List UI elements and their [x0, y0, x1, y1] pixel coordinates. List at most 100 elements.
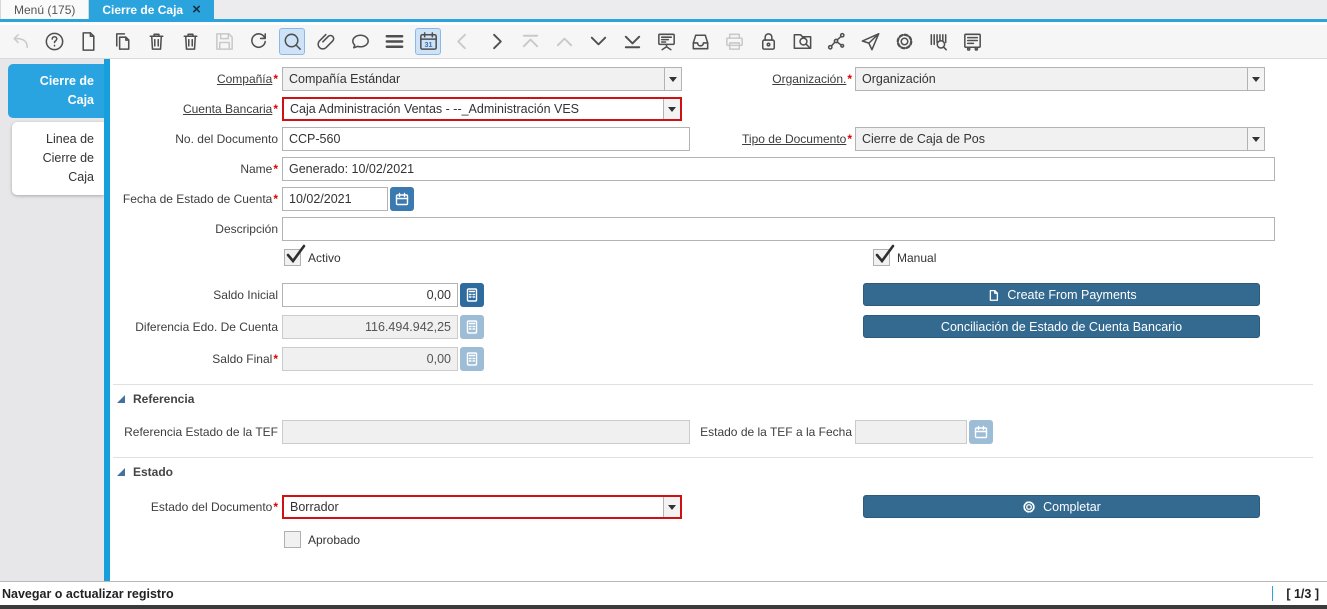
organizacion-value: Organización [856, 68, 1247, 90]
close-tab-icon[interactable]: × [192, 2, 201, 17]
tipo-documento-value: Cierre de Caja de Pos [856, 128, 1247, 150]
chevron-down-icon[interactable] [663, 497, 680, 517]
new-record-icon[interactable] [75, 28, 101, 55]
undo-icon [7, 28, 33, 55]
calculator-icon[interactable] [460, 283, 484, 307]
sidebar-item-cierre-de-caja[interactable]: Cierre de Caja [8, 64, 104, 118]
estado-documento-select[interactable]: Borrador [282, 495, 682, 519]
descripcion-input[interactable] [282, 217, 1275, 241]
form-cierre-de-caja: Compañía* Compañía Estándar Organización… [110, 59, 1327, 581]
fecha-estado-cuenta-input[interactable]: 10/02/2021 [282, 187, 418, 211]
zoom-across-icon[interactable] [789, 28, 815, 55]
checkbox-checked-icon[interactable] [284, 249, 301, 266]
cuenta-bancaria-value: Caja Administración Ventas - --_Administ… [284, 99, 663, 119]
save-icon [211, 28, 237, 55]
create-from-payments-button[interactable]: Create From Payments [863, 283, 1260, 306]
chat-icon[interactable] [347, 28, 373, 55]
status-message: Navegar o actualizar registro [2, 587, 174, 601]
workflow-icon[interactable] [823, 28, 849, 55]
send-icon[interactable] [857, 28, 883, 55]
product-info-icon[interactable] [925, 28, 951, 55]
section-referencia[interactable]: Referencia [117, 392, 194, 406]
label-no-documento: No. del Documento [110, 127, 278, 151]
bottom-border-bar [0, 605, 1327, 609]
calculator-icon [460, 315, 484, 339]
section-estado[interactable]: Estado [117, 465, 173, 479]
print-icon [721, 28, 747, 55]
chevron-down-icon[interactable] [1247, 68, 1264, 90]
find-icon[interactable] [279, 28, 305, 55]
sidebar-item-label: Cierre de Caja [40, 74, 94, 107]
attachment-icon[interactable] [313, 28, 339, 55]
tab-cierre-label: Cierre de Caja [102, 3, 183, 17]
manual-label: Manual [897, 251, 936, 265]
last-record-icon[interactable] [619, 28, 645, 55]
chevron-down-icon[interactable] [1247, 128, 1264, 150]
section-divider [113, 384, 1313, 385]
label-estado-documento: Estado del Documento* [110, 495, 278, 519]
label-saldo-inicial: Saldo Inicial [110, 283, 278, 307]
label-estado-tef-fecha: Estado de la TEF a la Fecha [655, 420, 852, 444]
chevron-down-icon[interactable] [663, 99, 680, 119]
activo-label: Activo [308, 251, 341, 265]
saldo-inicial-value: 0,00 [282, 283, 458, 307]
window-tab-bar: Menú (175) Cierre de Caja × [0, 0, 1327, 22]
aprobado-checkbox[interactable]: Aprobado [284, 531, 360, 548]
refresh-icon[interactable] [245, 28, 271, 55]
archive-icon[interactable] [687, 28, 713, 55]
activo-checkbox[interactable]: Activo [284, 249, 341, 266]
sidebar-item-linea-de-cierre[interactable]: Linea de Cierre de Caja [12, 122, 104, 195]
completar-button[interactable]: Completar [863, 495, 1260, 518]
no-documento-input[interactable]: CCP-560 [282, 127, 690, 151]
conciliacion-label: Conciliación de Estado de Cuenta Bancari… [941, 320, 1182, 334]
calendar-icon[interactable]: 31 [415, 28, 441, 55]
log-icon[interactable] [959, 28, 985, 55]
compania-select[interactable]: Compañía Estándar [282, 67, 682, 91]
copy-record-icon[interactable] [109, 28, 135, 55]
collapse-triangle-icon[interactable] [117, 468, 125, 476]
label-cuenta-bancaria: Cuenta Bancaria* [110, 97, 278, 121]
tipo-documento-select[interactable]: Cierre de Caja de Pos [855, 127, 1265, 151]
label-diferencia: Diferencia Edo. De Cuenta [110, 315, 278, 339]
name-input[interactable]: Generado: 10/02/2021 [282, 157, 1275, 181]
create-from-payments-label: Create From Payments [1007, 288, 1136, 302]
estado-tef-fecha-value [855, 420, 967, 444]
collapse-triangle-icon[interactable] [117, 395, 125, 403]
label-compania: Compañía* [110, 67, 278, 91]
report-icon[interactable] [653, 28, 679, 55]
cuenta-bancaria-select[interactable]: Caja Administración Ventas - --_Administ… [282, 97, 682, 121]
referencia-tef-value [282, 420, 690, 444]
label-referencia-tef: Referencia Estado de la TEF [110, 420, 278, 444]
section-divider [113, 457, 1313, 458]
saldo-final-value: 0,00 [282, 347, 458, 371]
first-record-icon [517, 28, 543, 55]
detail-record-icon[interactable] [585, 28, 611, 55]
grid-toggle-icon[interactable] [381, 28, 407, 55]
organizacion-select[interactable]: Organización [855, 67, 1265, 91]
checkbox-unchecked-icon[interactable] [284, 531, 301, 548]
saldo-inicial-input[interactable]: 0,00 [282, 283, 488, 307]
manual-checkbox[interactable]: Manual [873, 249, 936, 266]
tab-cierre-de-caja[interactable]: Cierre de Caja × [89, 0, 213, 19]
calendar-picker-icon[interactable] [390, 187, 414, 211]
gear-icon [1022, 500, 1036, 514]
no-documento-value: CCP-560 [282, 127, 690, 151]
section-estado-label: Estado [133, 465, 173, 479]
settings-icon[interactable] [891, 28, 917, 55]
descripcion-value [282, 217, 1275, 241]
conciliacion-button[interactable]: Conciliación de Estado de Cuenta Bancari… [863, 315, 1260, 338]
checkbox-checked-icon[interactable] [873, 249, 890, 266]
help-icon[interactable] [41, 28, 67, 55]
diferencia-value: 116.494.942,25 [282, 315, 458, 339]
estado-tef-fecha-input [855, 420, 997, 444]
next-record-icon[interactable] [483, 28, 509, 55]
compania-value: Compañía Estándar [283, 68, 664, 90]
delete-selection-icon[interactable] [177, 28, 203, 55]
lock-icon[interactable] [755, 28, 781, 55]
label-organizacion: Organización.* [655, 67, 852, 91]
delete-record-icon[interactable] [143, 28, 169, 55]
status-bar: Navegar o actualizar registro [ 1/3 ] [0, 581, 1327, 605]
calendar-picker-icon [969, 420, 993, 444]
section-referencia-label: Referencia [133, 392, 194, 406]
tab-menu[interactable]: Menú (175) [0, 0, 89, 19]
